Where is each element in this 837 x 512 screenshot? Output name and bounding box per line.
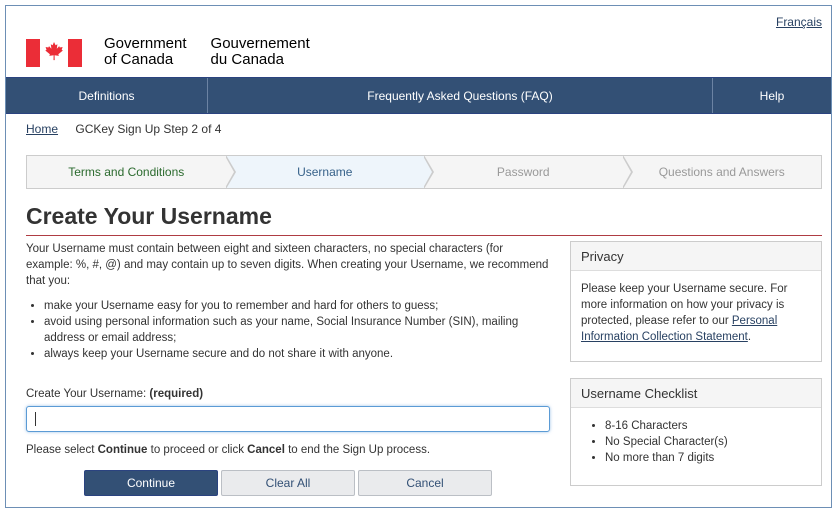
username-input[interactable] bbox=[26, 406, 550, 432]
required-indicator: (required) bbox=[149, 388, 204, 400]
page-frame: Français Government of Canada Gouverneme… bbox=[5, 5, 832, 508]
step-label: Terms and Conditions bbox=[68, 165, 185, 179]
main-navigation: Definitions Frequently Asked Questions (… bbox=[6, 77, 831, 114]
title-divider bbox=[26, 235, 822, 236]
nav-item-definitions[interactable]: Definitions bbox=[6, 78, 208, 113]
privacy-panel: Privacy Please keep your Username secure… bbox=[570, 241, 822, 362]
intro-text: Your Username must contain between eight… bbox=[26, 243, 549, 287]
instr-pre: Please select bbox=[26, 444, 95, 456]
instr-mid: to proceed or click bbox=[150, 444, 244, 456]
step-password: Password bbox=[424, 155, 633, 189]
wordmark-fr-line2: du Canada bbox=[210, 51, 284, 68]
checklist-item: No Special Character(s) bbox=[605, 434, 811, 450]
form-instructions: Please select Continue to proceed or cli… bbox=[26, 444, 430, 456]
checklist-panel-body: 8-16 Characters No Special Character(s) … bbox=[571, 408, 821, 476]
continue-button[interactable]: Continue bbox=[84, 470, 218, 496]
step-label: Password bbox=[496, 165, 550, 179]
recommendation-list: make your Username easy for you to remem… bbox=[26, 298, 551, 362]
checklist-item: 8-16 Characters bbox=[605, 418, 811, 434]
step-questions-and-answers: Questions and Answers bbox=[623, 156, 822, 188]
clear-all-button[interactable]: Clear All bbox=[221, 470, 355, 496]
wordmark-en-line2: of Canada bbox=[104, 51, 174, 68]
maple-leaf-icon bbox=[45, 42, 63, 61]
privacy-panel-title: Privacy bbox=[571, 242, 821, 271]
breadcrumb-current: GCKey Sign Up Step 2 of 4 bbox=[75, 122, 222, 136]
checklist: 8-16 Characters No Special Character(s) … bbox=[581, 418, 811, 466]
list-item: always keep your Username secure and do … bbox=[44, 346, 551, 362]
wordmark-fr-line1: Gouvernement bbox=[210, 35, 310, 52]
instr-cancel: Cancel bbox=[247, 444, 285, 456]
intro-section: Your Username must contain between eight… bbox=[26, 241, 551, 362]
nav-item-faq[interactable]: Frequently Asked Questions (FAQ) bbox=[208, 78, 713, 113]
privacy-panel-body: Please keep your Username secure. For mo… bbox=[571, 271, 821, 355]
nav-item-help[interactable]: Help bbox=[713, 78, 831, 113]
instr-continue: Continue bbox=[97, 444, 148, 456]
cancel-button[interactable]: Cancel bbox=[358, 470, 492, 496]
government-signature: Government of Canada Gouvernement du Can… bbox=[26, 36, 310, 68]
list-item: avoid using personal information such as… bbox=[44, 314, 551, 346]
username-checklist-panel: Username Checklist 8-16 Characters No Sp… bbox=[570, 378, 822, 486]
checklist-panel-title: Username Checklist bbox=[571, 379, 821, 408]
instr-post: to end the Sign Up process. bbox=[288, 444, 431, 456]
text-caret bbox=[35, 412, 36, 426]
step-label: Username bbox=[297, 165, 353, 179]
username-field-label: Create Your Username: (required) bbox=[26, 388, 203, 400]
step-label: Questions and Answers bbox=[658, 165, 785, 179]
username-label-text: Create Your Username: bbox=[26, 388, 147, 400]
wordmark-french: Gouvernement du Canada bbox=[211, 36, 310, 68]
checklist-item: No more than 7 digits bbox=[605, 450, 811, 466]
canada-flag-icon bbox=[26, 39, 82, 67]
wordmark-english: Government of Canada bbox=[104, 36, 187, 68]
breadcrumb: Home GCKey Sign Up Step 2 of 4 bbox=[26, 122, 221, 136]
page-title: Create Your Username bbox=[26, 203, 272, 229]
wordmark-en-line1: Government bbox=[104, 35, 187, 52]
progress-steps: Terms and Conditions Username Password Q… bbox=[26, 155, 822, 189]
breadcrumb-home-link[interactable]: Home bbox=[26, 122, 58, 136]
list-item: make your Username easy for you to remem… bbox=[44, 298, 551, 314]
language-toggle-link[interactable]: Français bbox=[776, 15, 822, 29]
step-terms-and-conditions: Terms and Conditions bbox=[27, 155, 236, 189]
privacy-after-link: . bbox=[747, 331, 752, 343]
step-username: Username bbox=[225, 155, 434, 189]
